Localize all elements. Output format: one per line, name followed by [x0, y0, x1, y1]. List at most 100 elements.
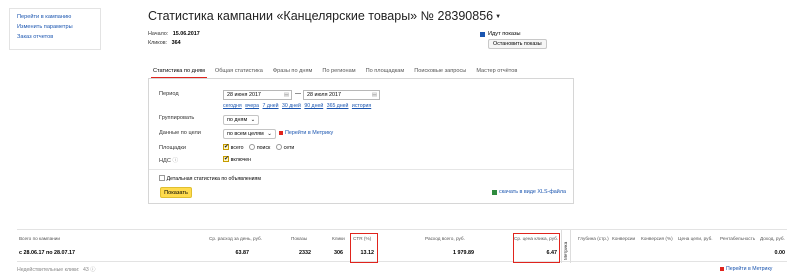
value-spend: 1 979.89	[453, 250, 474, 256]
detailed-stats-checkbox[interactable]	[159, 175, 165, 181]
platform-options: всего поиск сети	[223, 143, 298, 151]
group-label: Группировать	[159, 115, 195, 121]
platform-all-label: всего	[230, 144, 244, 151]
tab-general-stats[interactable]: Общая статистика	[210, 66, 268, 78]
platform-search-radio[interactable]	[249, 144, 256, 150]
header-revenue: Доход, руб.	[760, 236, 785, 241]
value-revenue: 0.00	[774, 250, 786, 256]
sidebar-link-go-to-campaign[interactable]: Перейти в кампанию	[17, 12, 93, 22]
quick-period-7d[interactable]: 7 дней	[263, 103, 279, 109]
detailed-stats-option: Детальная статистика по объявлениям	[159, 175, 265, 182]
date-dash: —	[295, 91, 301, 97]
tab-report-wizard[interactable]: Мастер отчётов	[471, 66, 522, 78]
goals-select[interactable]: по всем целям ⌄	[223, 129, 276, 139]
tab-daily-stats[interactable]: Статистика по дням	[148, 66, 210, 78]
report-tabs: Статистика по дням Общая статистика Фраз…	[148, 66, 522, 78]
clicks-row: Кликов: 364	[148, 39, 181, 47]
excel-icon	[492, 189, 497, 195]
platform-all-checkbox[interactable]	[223, 143, 229, 150]
metrika-column-toggle[interactable]: Метрика	[561, 230, 571, 263]
sidebar-link-edit-params[interactable]: Изменить параметры	[17, 22, 93, 32]
ctr-highlight	[350, 233, 378, 263]
page-title[interactable]: Статистика кампании «Канцелярские товары…	[148, 9, 501, 23]
chevron-down-icon: ⌄	[250, 117, 256, 123]
vat-label: НДС	[159, 158, 171, 164]
footer-metrika-link-text[interactable]: Перейти в Метрику	[726, 266, 772, 272]
tab-by-platform[interactable]: По площадкам	[361, 66, 410, 78]
date-to-value: 28 июля 2017	[307, 92, 341, 98]
value-impressions: 2332	[299, 250, 311, 256]
goals-select-value: по всем целям	[227, 131, 264, 137]
show-button[interactable]: Показать	[160, 187, 192, 198]
vat-option: включен	[223, 155, 255, 163]
header-avg-spend: Ср. расход за день, руб.	[209, 236, 262, 241]
header-cpa: Цена цели, руб.	[678, 236, 713, 241]
chevron-down-icon: ⌄	[267, 131, 272, 137]
value-avg-spend: 63.87	[235, 250, 250, 256]
quick-period-today[interactable]: сегодня	[223, 103, 242, 109]
page-title-text: Статистика кампании «Канцелярские товары…	[148, 9, 494, 23]
date-to-input[interactable]: 28 июля 2017 ▤	[303, 90, 380, 100]
calendar-icon[interactable]: ▤	[284, 91, 289, 99]
campaign-status: Идут показы	[480, 31, 521, 37]
goals-label: Данные по цели	[159, 130, 201, 136]
xls-download-link[interactable]: скачать в виде XLS-файла	[499, 189, 566, 195]
help-icon[interactable]: ⓘ	[90, 267, 95, 273]
value-clicks: 306	[334, 250, 343, 256]
value-period: с 28.06.17 по 28.07.17	[19, 250, 76, 256]
group-select[interactable]: по дням ⌄	[223, 115, 260, 125]
start-value: 15.06.2017	[172, 31, 200, 37]
header-depth: Глубина (стр.)	[578, 236, 609, 241]
stats-table: Всего по кампании Ср. расход за день, ру…	[17, 229, 787, 263]
start-date-row: Начало: 15.06.2017	[148, 30, 200, 38]
header-clicks: Клики	[332, 236, 345, 241]
help-icon[interactable]: ⓘ	[172, 158, 178, 164]
filter-panel: Период 28 июня 2017 ▤ — 28 июля 2017 ▤ с…	[148, 78, 574, 204]
quick-period-30d[interactable]: 30 дней	[282, 103, 301, 109]
date-from-value: 28 июня 2017	[227, 92, 261, 98]
vat-label-row: НДС ⓘ	[159, 156, 178, 164]
header-spend: Расход всего, руб.	[425, 236, 465, 241]
header-conversions: Конверсии	[612, 236, 636, 241]
stop-impressions-button[interactable]: Остановить показы	[488, 39, 547, 49]
metrika-column-label: Метрика	[563, 241, 568, 260]
start-label: Начало:	[148, 31, 169, 37]
quick-period-90d[interactable]: 90 дней	[304, 103, 323, 109]
metrika-link[interactable]: Перейти в Метрику	[279, 130, 333, 136]
vat-option-label: включен	[230, 156, 252, 163]
platform-search-label: поиск	[256, 144, 271, 151]
date-from-input[interactable]: 28 июня 2017 ▤	[223, 90, 292, 100]
invalid-clicks-label: Недействительные клики:	[17, 267, 80, 273]
avg-cpc-highlight	[513, 233, 560, 263]
platform-networks-label: сети	[283, 144, 295, 151]
group-select-value: по дням	[227, 117, 248, 123]
quick-period-history[interactable]: история	[352, 103, 371, 109]
header-profitability: Рентабельность	[720, 236, 756, 241]
platforms-label: Площадки	[159, 145, 187, 151]
status-icon	[480, 31, 485, 37]
header-total: Всего по кампании	[19, 236, 60, 241]
sidebar-link-order-reports[interactable]: Заказ отчетов	[17, 32, 93, 42]
tab-by-region[interactable]: По регионам	[317, 66, 360, 78]
quick-period-365d[interactable]: 365 дней	[327, 103, 349, 109]
tab-phrases-by-day[interactable]: Фразы по дням	[268, 66, 317, 78]
metrika-link-text[interactable]: Перейти в Метрику	[285, 130, 333, 136]
panel-divider	[149, 169, 573, 170]
caret-down-icon[interactable]: ▼	[495, 14, 501, 20]
vat-checkbox[interactable]	[223, 155, 229, 162]
platform-networks-radio[interactable]	[276, 144, 282, 150]
quick-period-yesterday[interactable]: вчера	[245, 103, 259, 109]
status-text: Идут показы	[488, 31, 521, 37]
invalid-clicks-count: 43	[82, 267, 89, 273]
calendar-icon[interactable]: ▤	[372, 91, 377, 99]
invalid-clicks-note: Недействительные клики: 43 ⓘ	[17, 266, 95, 273]
metrika-icon	[720, 267, 724, 271]
footer-metrika-link[interactable]: Перейти в Метрику	[720, 266, 772, 272]
sidebar: Перейти в кампанию Изменить параметры За…	[9, 8, 101, 50]
header-impressions: Показы	[291, 236, 308, 241]
metrika-icon	[279, 131, 283, 135]
detailed-stats-label: Детальная статистика по объявлениям	[166, 175, 261, 182]
xls-download[interactable]: скачать в виде XLS-файла	[492, 189, 566, 195]
header-conv-rate: Конверсия (%)	[641, 236, 673, 241]
tab-search-queries[interactable]: Поисковые запросы	[409, 66, 471, 78]
